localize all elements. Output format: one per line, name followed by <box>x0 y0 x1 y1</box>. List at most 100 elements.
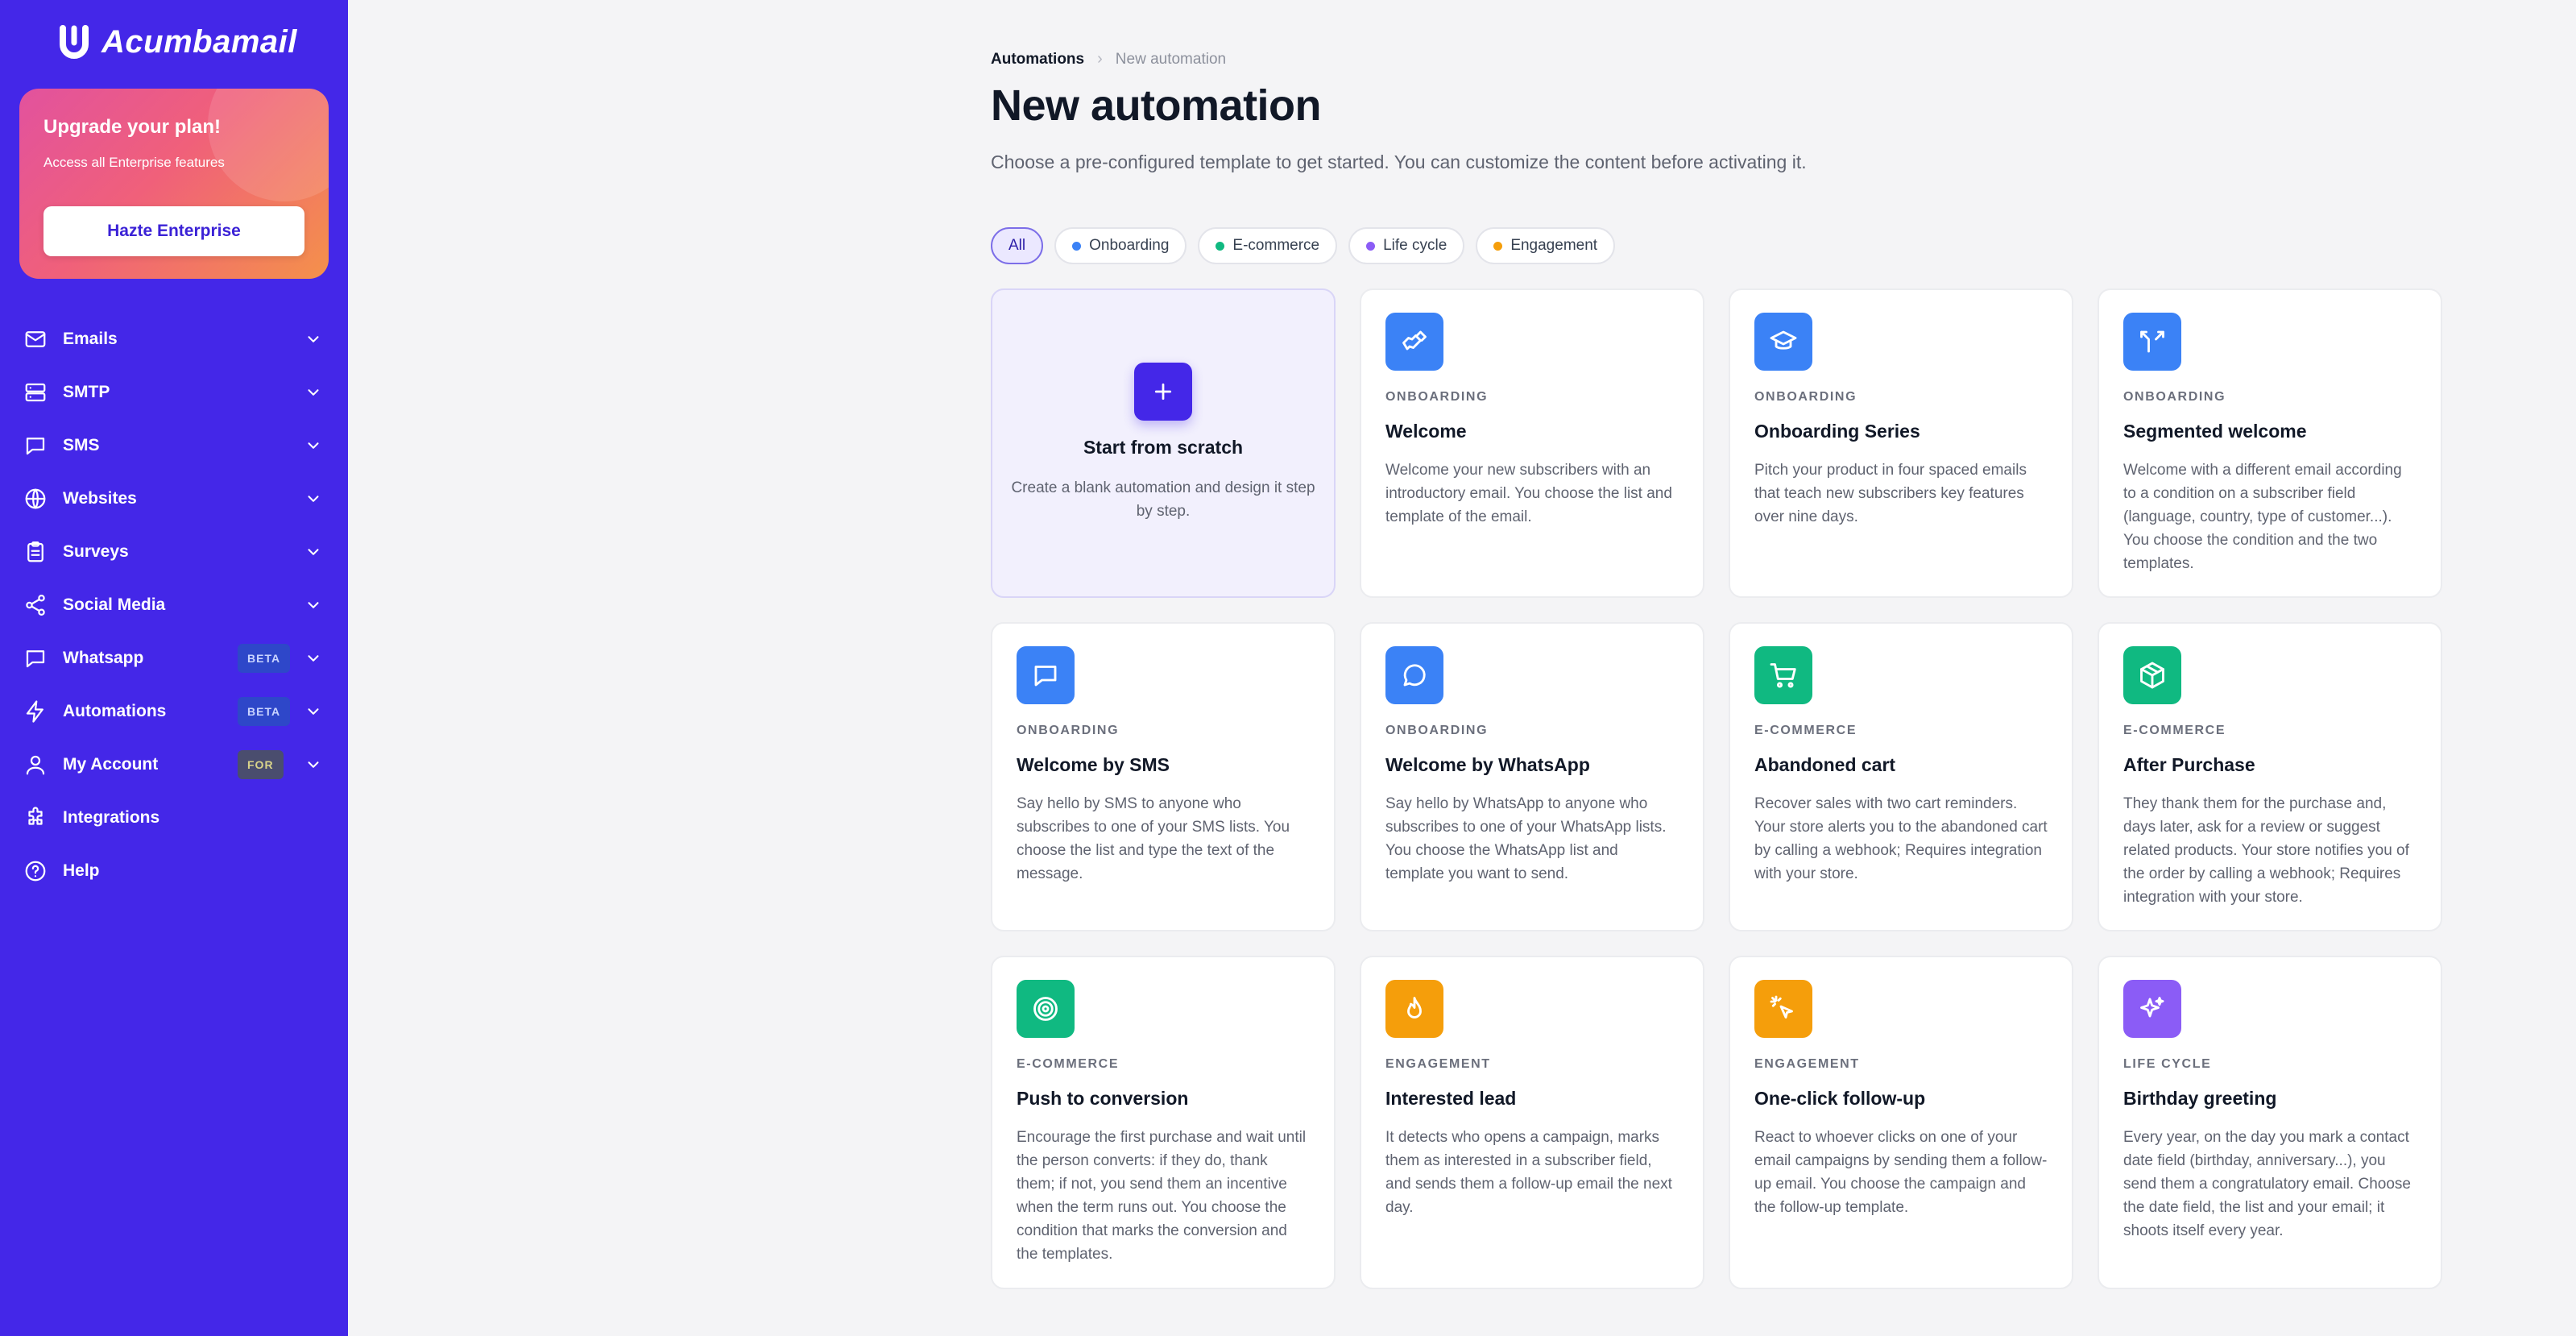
sidebar-item-label: Websites <box>63 489 137 508</box>
sidebar-item-websites[interactable]: Websites <box>0 472 348 525</box>
template-card-welcome[interactable]: ONBOARDING Welcome Welcome your new subscr… <box>1360 288 1704 598</box>
scratch-description: Create a blank automation and design it … <box>1011 479 1315 520</box>
template-title: Birthday greeting <box>2123 1088 2277 1109</box>
filter-chip-label: All <box>1008 237 1026 254</box>
sidebar-item-social-media[interactable]: Social Media <box>0 579 348 632</box>
sidebar-item-my-account[interactable]: My Account FOR <box>0 738 348 791</box>
sidebar: Acumbamail Upgrade your plan! Access all… <box>0 0 348 1336</box>
filter-chip-onboarding[interactable]: Onboarding <box>1054 227 1187 264</box>
target-icon <box>1017 980 1075 1038</box>
start-from-scratch-card[interactable]: Start from scratch Create a blank automa… <box>991 288 1336 598</box>
template-description: Welcome with a different email according… <box>2123 462 2402 572</box>
sidebar-item-label: SMTP <box>63 383 110 401</box>
filter-chip-all[interactable]: All <box>991 227 1044 264</box>
sidebar-item-label: SMS <box>63 436 100 454</box>
sms-icon <box>1017 646 1075 704</box>
template-card-segmented-welcome[interactable]: ONBOARDING Segmented welcome Welcome with … <box>2098 288 2442 598</box>
category-dot-icon <box>1366 241 1376 251</box>
template-description: Encourage the first purchase and wait un… <box>1017 1129 1307 1263</box>
filter-chip-label: Life cycle <box>1383 237 1447 254</box>
chevron-down-icon[interactable] <box>304 543 322 561</box>
chevron-down-icon[interactable] <box>304 330 322 348</box>
page-subtitle: Choose a pre-configured template to get … <box>991 151 1807 172</box>
template-title: Welcome by SMS <box>1017 754 1170 775</box>
filter-chip-e-commerce[interactable]: E-commerce <box>1198 227 1338 264</box>
template-card-birthday-greeting[interactable]: LIFE CYCLE Birthday greeting Every year, o… <box>2098 956 2442 1289</box>
template-description: React to whoever clicks on one of your e… <box>1754 1129 2048 1216</box>
breadcrumb-root[interactable]: Automations <box>991 51 1084 68</box>
chevron-down-icon[interactable] <box>304 756 322 774</box>
breadcrumb-current: New automation <box>1115 50 1227 68</box>
app-logo[interactable]: Acumbamail <box>58 24 297 60</box>
upgrade-title: Upgrade your plan! <box>43 116 222 138</box>
chevron-down-icon[interactable] <box>304 490 322 508</box>
upgrade-button[interactable]: Hazte Enterprise <box>43 206 304 256</box>
template-description: Welcome your new subscribers with an int… <box>1385 462 1672 525</box>
template-category: ONBOARDING <box>1385 724 1489 737</box>
template-card-interested-lead[interactable]: ENGAGEMENT Interested lead It detects who … <box>1360 956 1704 1289</box>
sidebar-item-help[interactable]: Help <box>0 844 348 898</box>
sidebar-item-whatsapp[interactable]: Whatsapp BETA <box>0 632 348 685</box>
template-card-welcome-by-whatsapp[interactable]: ONBOARDING Welcome by WhatsApp Say hello b… <box>1360 622 1704 931</box>
filter-chip-life-cycle[interactable]: Life cycle <box>1348 227 1465 264</box>
sidebar-item-smtp[interactable]: SMTP <box>0 366 348 419</box>
template-description: Say hello by SMS to anyone who subscribe… <box>1017 795 1290 882</box>
upgrade-subtitle: Access all Enterprise features <box>43 155 225 170</box>
plus-icon[interactable] <box>1134 363 1192 421</box>
sidebar-item-sms[interactable]: SMS <box>0 419 348 472</box>
template-category: E-COMMERCE <box>2123 724 2226 737</box>
sidebar-item-integrations[interactable]: Integrations <box>0 791 348 844</box>
filter-chip-label: Onboarding <box>1089 237 1170 254</box>
template-title: Segmented welcome <box>2123 421 2307 442</box>
template-card-after-purchase[interactable]: E-COMMERCE After Purchase They thank them … <box>2098 622 2442 931</box>
upgrade-card: Upgrade your plan! Access all Enterprise… <box>19 89 329 279</box>
template-description: Every year, on the day you mark a contac… <box>2123 1129 2411 1239</box>
chevron-down-icon[interactable] <box>304 384 322 401</box>
app-name: Acumbamail <box>101 24 297 60</box>
template-card-one-click-follow-up[interactable]: ENGAGEMENT One-click follow-up React to wh… <box>1729 956 2073 1289</box>
category-dot-icon <box>1493 241 1503 251</box>
chevron-down-icon[interactable] <box>304 437 322 454</box>
handshake-icon <box>1385 313 1443 371</box>
template-title: Welcome by WhatsApp <box>1385 754 1590 775</box>
globe-icon <box>23 487 48 511</box>
sidebar-item-label: Surveys <box>63 542 129 561</box>
sidebar-item-label: Social Media <box>63 595 166 614</box>
logo-mark-icon <box>60 24 89 59</box>
mail-icon <box>23 327 48 351</box>
user-icon <box>23 753 48 777</box>
filter-chip-engagement[interactable]: Engagement <box>1476 227 1616 264</box>
package-icon <box>2123 646 2181 704</box>
scratch-title: Start from scratch <box>1083 437 1244 458</box>
template-card-welcome-by-sms[interactable]: ONBOARDING Welcome by SMS Say hello by SMS… <box>991 622 1336 931</box>
template-category: ONBOARDING <box>1017 724 1120 737</box>
status-badge: BETA <box>238 697 291 726</box>
filter-bar: All Onboarding E-commerce Life cycle Engagem… <box>991 227 1616 264</box>
template-card-push-to-conversion[interactable]: E-COMMERCE Push to conversion Encourage th… <box>991 956 1336 1289</box>
page-title: New automation <box>991 81 1322 130</box>
template-description: They thank them for the purchase and, da… <box>2123 795 2409 906</box>
status-badge: FOR <box>238 750 284 779</box>
template-category: E-COMMERCE <box>1754 724 1857 737</box>
sidebar-item-emails[interactable]: Emails <box>0 313 348 366</box>
lightning-icon <box>23 699 48 724</box>
sparkles-icon <box>2123 980 2181 1038</box>
breadcrumb: Automations › New automation <box>991 50 1226 68</box>
sidebar-item-surveys[interactable]: Surveys <box>0 525 348 579</box>
message-square-icon <box>23 434 48 458</box>
sidebar-item-automations[interactable]: Automations BETA <box>0 685 348 738</box>
cart-icon <box>1754 646 1812 704</box>
sidebar-item-label: Automations <box>63 702 167 720</box>
template-title: After Purchase <box>2123 754 2255 775</box>
template-card-abandoned-cart[interactable]: E-COMMERCE Abandoned cart Recover sales wi… <box>1729 622 2073 931</box>
chevron-down-icon[interactable] <box>304 596 322 614</box>
category-dot-icon <box>1216 241 1225 251</box>
chevron-down-icon[interactable] <box>304 649 322 667</box>
template-card-onboarding-series[interactable]: ONBOARDING Onboarding Series Pitch your pr… <box>1729 288 2073 598</box>
template-grid: Start from scratch Create a blank automa… <box>991 288 2442 1289</box>
sidebar-item-label: Emails <box>63 330 118 348</box>
sidebar-item-label: Integrations <box>63 808 160 827</box>
template-description: Recover sales with two cart reminders. Y… <box>1754 795 2048 882</box>
chevron-down-icon[interactable] <box>304 703 322 720</box>
template-category: ONBOARDING <box>2123 390 2226 404</box>
